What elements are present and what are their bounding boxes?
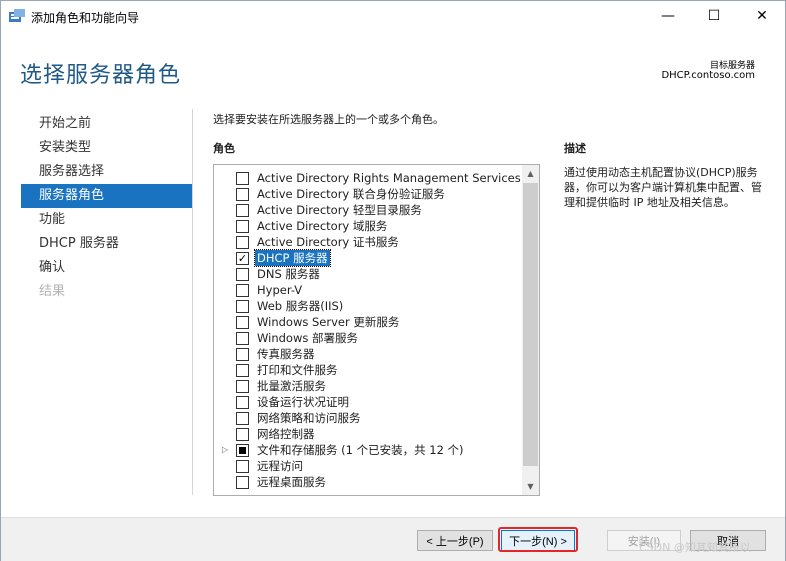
role-label: Windows Server 更新服务: [257, 315, 400, 329]
nav-item-confirmation[interactable]: 确认: [21, 256, 192, 280]
role-checkbox[interactable]: [236, 412, 249, 425]
previous-button[interactable]: < 上一步(P): [417, 530, 493, 551]
role-item[interactable]: Active Directory 轻型目录服务: [214, 202, 522, 218]
scroll-down-button[interactable]: ▼: [522, 478, 539, 495]
role-label: 远程桌面服务: [257, 475, 326, 489]
role-label: 设备运行状况证明: [257, 395, 349, 409]
roles-header: 角色: [213, 142, 235, 155]
role-item[interactable]: 远程访问: [214, 458, 522, 474]
role-label: Web 服务器(IIS): [257, 299, 344, 313]
role-checkbox[interactable]: [236, 396, 249, 409]
role-label: 批量激活服务: [257, 379, 326, 393]
role-item[interactable]: ✓ DHCP 服务器: [214, 249, 522, 267]
role-label: Windows 部署服务: [257, 331, 358, 345]
wizard-window: 添加角色和功能向导 — ☐ ✕ 选择服务器角色 目标服务器 DHCP.conto…: [0, 0, 786, 561]
role-checkbox[interactable]: [236, 220, 249, 233]
role-checkbox[interactable]: [236, 460, 249, 473]
role-label: Active Directory 联合身份验证服务: [257, 187, 445, 201]
role-label: Active Directory 域服务: [257, 219, 388, 233]
instruction-text: 选择要安装在所选服务器上的一个或多个角色。: [213, 113, 444, 126]
roles-list-items: Active Directory Rights Management Servi…: [214, 170, 522, 490]
role-label: 远程访问: [257, 459, 303, 473]
role-checkbox[interactable]: [236, 332, 249, 345]
close-button[interactable]: ✕: [739, 1, 785, 31]
minimize-button[interactable]: —: [645, 1, 691, 31]
role-item[interactable]: Active Directory Rights Management Servi…: [214, 170, 522, 186]
role-checkbox[interactable]: [236, 172, 249, 185]
role-item[interactable]: 设备运行状况证明: [214, 394, 522, 410]
role-label: DNS 服务器: [257, 267, 320, 281]
role-item[interactable]: Windows Server 更新服务: [214, 314, 522, 330]
window-title: 添加角色和功能向导: [31, 11, 140, 25]
role-checkbox[interactable]: [236, 268, 249, 281]
role-checkbox[interactable]: [236, 204, 249, 217]
target-server-value: DHCP.contoso.com: [661, 70, 755, 81]
role-item[interactable]: 网络策略和访问服务: [214, 410, 522, 426]
role-checkbox[interactable]: [236, 348, 249, 361]
role-label: 传真服务器: [257, 347, 315, 361]
role-label: 文件和存储服务 (1 个已安装，共 12 个): [257, 443, 464, 457]
role-item[interactable]: Active Directory 域服务: [214, 218, 522, 234]
role-item[interactable]: Active Directory 联合身份验证服务: [214, 186, 522, 202]
nav-item-results: 结果: [39, 284, 66, 299]
role-label: Active Directory Rights Management Servi…: [257, 171, 521, 185]
minimize-icon: —: [661, 8, 675, 24]
role-checkbox[interactable]: [236, 316, 249, 329]
role-item[interactable]: 网络控制器: [214, 426, 522, 442]
role-item[interactable]: 批量激活服务: [214, 378, 522, 394]
description-text: 通过使用动态主机配置协议(DHCP)服务器，你可以为客户端计算机集中配置、管理和…: [564, 166, 762, 209]
role-checkbox[interactable]: [236, 380, 249, 393]
role-item[interactable]: ▷ 文件和存储服务 (1 个已安装，共 12 个): [214, 442, 522, 458]
role-item[interactable]: Web 服务器(IIS): [214, 298, 522, 314]
maximize-button[interactable]: ☐: [691, 1, 737, 31]
nav-item-features[interactable]: 功能: [21, 208, 192, 232]
next-button-highlight: [498, 527, 578, 552]
role-checkbox[interactable]: ✓: [236, 252, 249, 265]
nav-item-server-roles[interactable]: 服务器角色: [21, 184, 192, 208]
server-manager-icon: [9, 9, 25, 22]
role-item[interactable]: 打印和文件服务: [214, 362, 522, 378]
role-checkbox[interactable]: [236, 476, 249, 489]
role-checkbox[interactable]: [236, 428, 249, 441]
role-checkbox[interactable]: [236, 300, 249, 313]
role-label: DHCP 服务器: [254, 249, 331, 267]
chevron-down-icon: ▼: [527, 482, 534, 491]
role-item[interactable]: DNS 服务器: [214, 266, 522, 282]
roles-list[interactable]: Active Directory Rights Management Servi…: [213, 164, 540, 496]
role-checkbox[interactable]: [236, 236, 249, 249]
role-item[interactable]: 传真服务器: [214, 346, 522, 362]
nav-item-server-selection[interactable]: 服务器选择: [21, 160, 192, 184]
wizard-nav: 开始之前 安装类型 服务器选择 服务器角色 功能 DHCP 服务器 确认 结果: [21, 112, 192, 304]
role-checkbox[interactable]: [236, 444, 249, 457]
role-label: Active Directory 证书服务: [257, 235, 399, 249]
role-item[interactable]: Hyper-V: [214, 282, 522, 298]
page-title: 选择服务器角色: [20, 63, 182, 88]
nav-item-dhcp-server[interactable]: DHCP 服务器: [21, 232, 192, 256]
maximize-icon: ☐: [707, 8, 721, 24]
roles-scrollbar[interactable]: ▲ ▼: [522, 165, 539, 495]
close-icon: ✕: [756, 8, 768, 24]
scroll-up-button[interactable]: ▲: [522, 165, 539, 182]
scroll-thumb[interactable]: [523, 183, 538, 466]
role-label: Hyper-V: [257, 283, 303, 297]
role-item[interactable]: Active Directory 证书服务: [214, 234, 522, 250]
title-bar[interactable]: 添加角色和功能向导 — ☐ ✕: [1, 1, 785, 31]
nav-item-before-you-begin[interactable]: 开始之前: [21, 112, 192, 136]
role-label: 网络策略和访问服务: [257, 411, 361, 425]
role-item[interactable]: 远程桌面服务: [214, 474, 522, 490]
role-label: 网络控制器: [257, 427, 315, 441]
expand-arrow-icon[interactable]: ▷: [222, 445, 230, 455]
nav-item-installation-type[interactable]: 安装类型: [21, 136, 192, 160]
nav-divider: [192, 109, 193, 495]
role-item[interactable]: Windows 部署服务: [214, 330, 522, 346]
role-checkbox[interactable]: [236, 364, 249, 377]
role-checkbox[interactable]: [236, 284, 249, 297]
role-label: Active Directory 轻型目录服务: [257, 203, 422, 217]
chevron-up-icon: ▲: [527, 169, 534, 178]
description-header: 描述: [564, 142, 586, 155]
role-checkbox[interactable]: [236, 188, 249, 201]
role-label: 打印和文件服务: [257, 363, 338, 377]
watermark: CSDN @知其知其所以: [639, 541, 751, 554]
